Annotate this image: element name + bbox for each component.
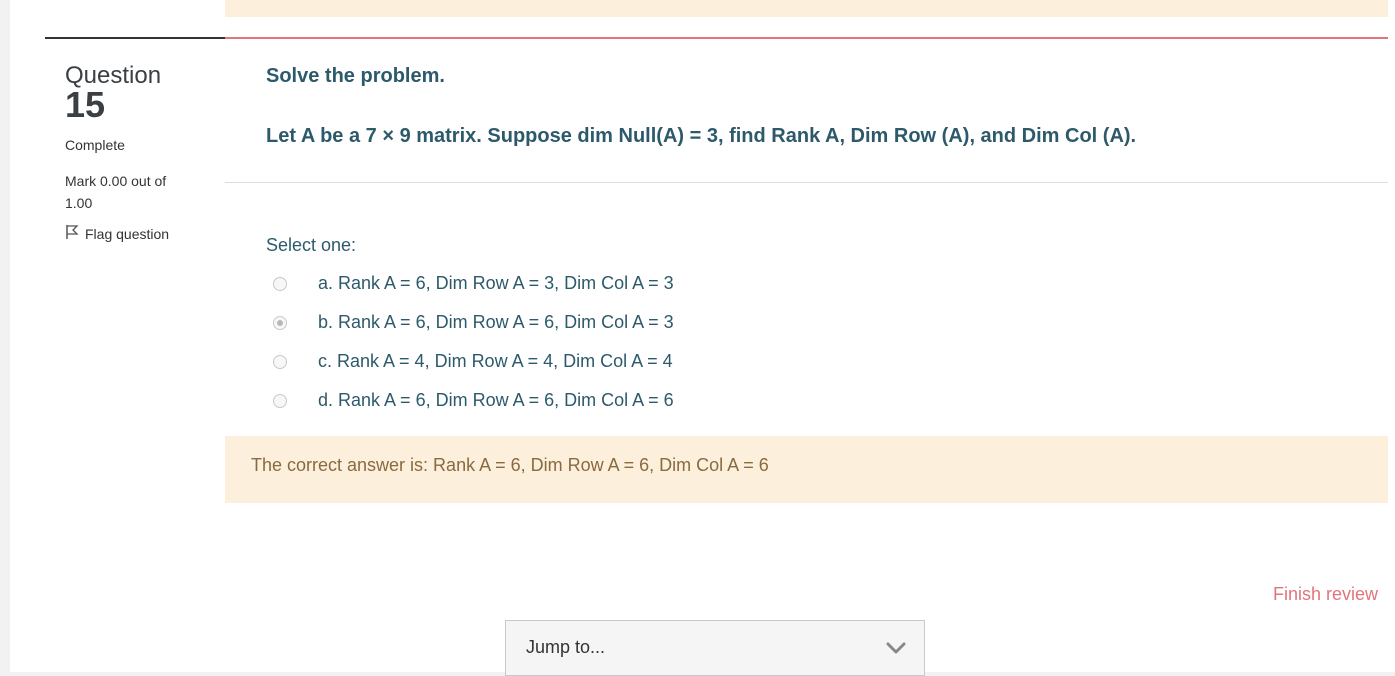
flag-question-button[interactable]: Flag question [65, 224, 169, 243]
previous-question-feedback [225, 0, 1388, 17]
correct-answer-text: The correct answer is: Rank A = 6, Dim R… [251, 455, 769, 475]
chevron-down-icon [886, 641, 906, 659]
answer-option-label: a. Rank A = 6, Dim Row A = 3, Dim Col A … [318, 273, 674, 293]
jump-to-select[interactable]: Jump to... [505, 620, 925, 676]
question-text-area: Solve the problem. Let A be a 7 × 9 matr… [225, 39, 1388, 183]
question-grade: Mark 0.00 out of 1.00 [65, 173, 167, 211]
answer-option-d[interactable]: d. Rank A = 6, Dim Row A = 6, Dim Col A … [266, 381, 674, 420]
answer-option-a[interactable]: a. Rank A = 6, Dim Row A = 3, Dim Col A … [266, 264, 674, 303]
jump-to-label: Jump to... [526, 637, 606, 657]
finish-review-link[interactable]: Finish review [1273, 584, 1378, 605]
answer-option-label: d. Rank A = 6, Dim Row A = 6, Dim Col A … [318, 390, 674, 410]
answer-option-b[interactable]: b. Rank A = 6, Dim Row A = 6, Dim Col A … [266, 303, 674, 342]
radio-button[interactable] [273, 276, 287, 291]
answer-prompt: Select one: [266, 235, 357, 255]
answer-option-label: b. Rank A = 6, Dim Row A = 6, Dim Col A … [318, 312, 674, 332]
question-instruction: Solve the problem. [266, 65, 445, 87]
question-number: 15 [65, 84, 106, 125]
question-text: Let A be a 7 × 9 matrix. Suppose dim Nul… [266, 125, 1137, 147]
radio-button[interactable] [273, 393, 287, 408]
radio-button[interactable] [273, 354, 287, 369]
answer-option-label: c. Rank A = 4, Dim Row A = 4, Dim Col A … [318, 351, 673, 371]
question-content: Solve the problem. Let A be a 7 × 9 matr… [225, 37, 1388, 505]
question-state: Complete [65, 137, 125, 153]
radio-button-selected[interactable] [273, 315, 287, 330]
answer-option-c[interactable]: c. Rank A = 4, Dim Row A = 4, Dim Col A … [266, 342, 673, 381]
answer-block: Select one: a. Rank A = 6, Dim Row A = 3… [266, 235, 674, 420]
flag-icon [65, 224, 79, 243]
question-info-divider [45, 37, 225, 39]
page: Question 15 Complete Mark 0.00 out of 1.… [10, 0, 1395, 676]
flag-question-label: Flag question [85, 225, 170, 242]
correct-answer-feedback: The correct answer is: Rank A = 6, Dim R… [225, 436, 1388, 503]
